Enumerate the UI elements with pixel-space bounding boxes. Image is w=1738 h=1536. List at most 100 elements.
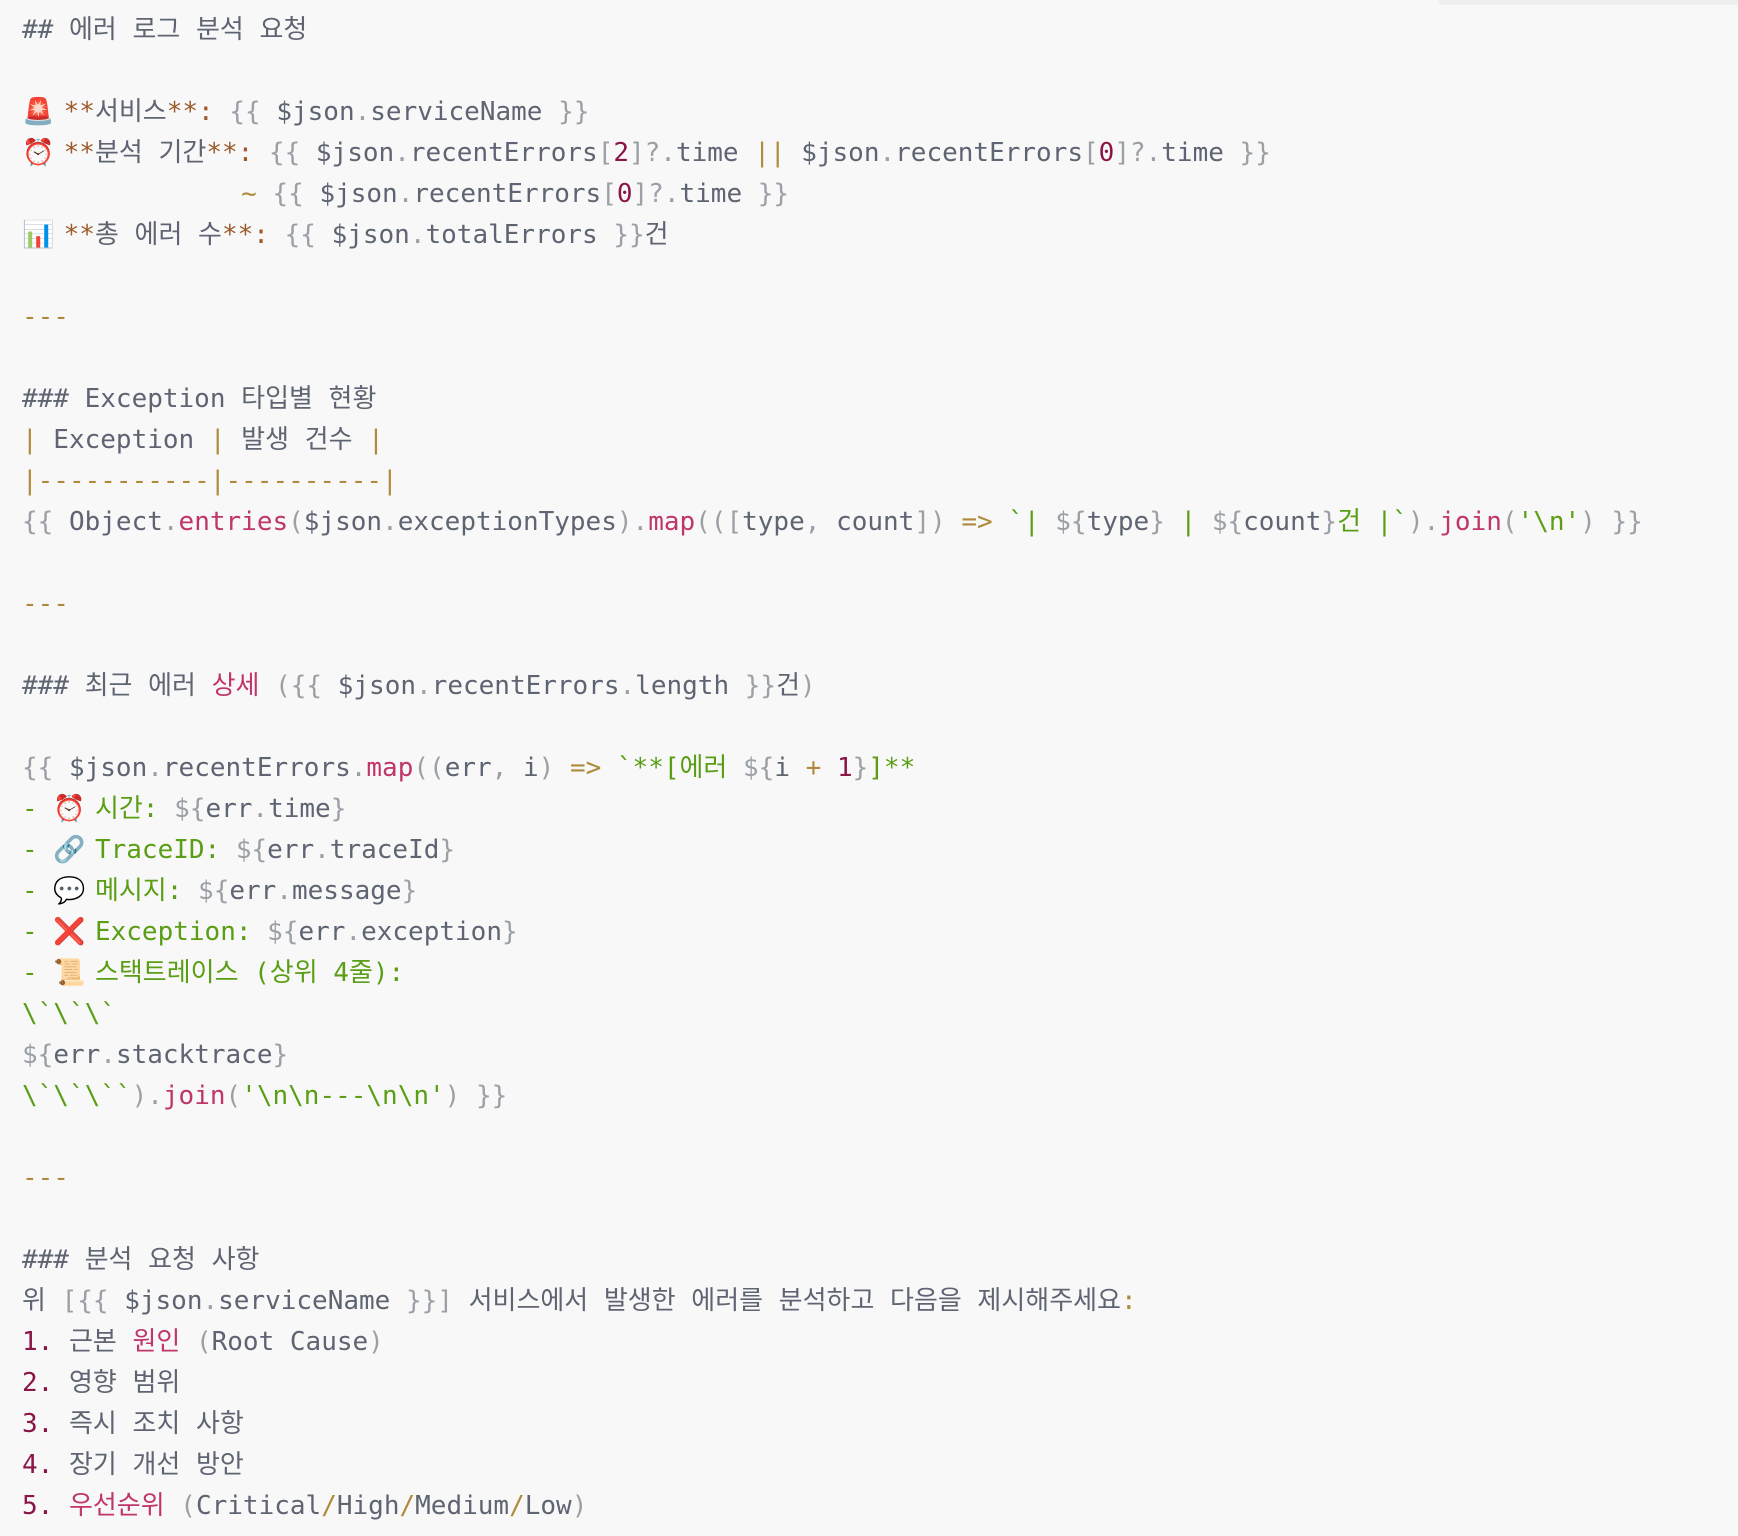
code-token: map — [366, 753, 414, 783]
code-token: . — [394, 138, 410, 168]
code-token: type — [1086, 507, 1150, 537]
code-token: err — [229, 876, 277, 906]
code-token: 메시지: — [79, 876, 199, 906]
code-token: / — [321, 1491, 337, 1521]
alarm-clock-icon: ⏰ — [22, 138, 55, 168]
code-token: Exception — [37, 425, 210, 455]
code-token: ** — [63, 97, 95, 127]
code-token: 상세 — [211, 671, 260, 701]
code-token: ). — [131, 1081, 163, 1111]
code-token: } — [272, 1040, 289, 1070]
code-token: + — [789, 753, 837, 783]
code-line: 📊 **총 에러 수**: {{ $json.totalErrors }}건 — [22, 215, 1643, 256]
code-token: - — [22, 835, 54, 865]
code-line: ${err.stacktrace} — [22, 1035, 1643, 1076]
code-token: } — [1149, 507, 1165, 537]
code-line: - ❌ Exception: ${err.exception} — [22, 912, 1643, 953]
code-token: : — [1120, 1286, 1137, 1316]
code-token: 발생 건수 — [225, 425, 369, 455]
code-token: err — [53, 1040, 101, 1070]
code-token: } — [439, 835, 456, 865]
code-token: $json — [319, 179, 398, 209]
speech-bubble-icon: 💬 — [53, 876, 86, 906]
code-token: }} — [729, 671, 777, 701]
code-token: }} — [597, 220, 645, 250]
window-edge — [1438, 0, 1738, 5]
code-token: . — [202, 1286, 219, 1316]
code-token: 건 — [776, 671, 800, 701]
code-token: 스택트레이스 (상위 4줄): — [79, 958, 405, 988]
code-token: 2. — [22, 1368, 54, 1398]
code-token: ]) — [914, 507, 962, 537]
code-token: ${ — [267, 917, 299, 947]
code-token: ( — [225, 1081, 242, 1111]
code-token: Critical — [195, 1491, 322, 1521]
code-token: 건 — [644, 220, 669, 250]
code-token: 영향 범위 — [53, 1368, 181, 1398]
code-line: 1. 근본 원인 (Root Cause) — [22, 1322, 1643, 1363]
code-token: '\n\n---\n\n' — [241, 1081, 445, 1111]
code-token: serviceName — [370, 97, 543, 127]
code-token: |-----------|----------| — [22, 466, 398, 496]
code-token: 0 — [1098, 138, 1115, 168]
code-token: } — [501, 917, 518, 947]
code-token: recentErrors — [413, 179, 602, 209]
code-token: . — [619, 671, 636, 701]
code-token: ) — [571, 1491, 588, 1521]
code-token: / — [509, 1491, 525, 1521]
code-token: {{ — [22, 753, 69, 783]
code-token: . — [354, 97, 371, 127]
code-token: 1. — [22, 1327, 54, 1357]
code-token: message — [291, 876, 402, 906]
code-token: 건 |` — [1337, 507, 1408, 537]
code-token: }} — [542, 97, 590, 127]
code-token: ${ — [198, 876, 230, 906]
code-token: ### 최근 에러 — [22, 671, 212, 701]
code-token: $json — [331, 220, 410, 250]
code-token: $json — [315, 138, 395, 168]
code-token: => — [961, 507, 993, 537]
code-token: recentErrors — [431, 671, 620, 701]
code-token: stacktrace — [115, 1040, 273, 1070]
alarm-clock-icon: ⏰ — [53, 794, 86, 824]
code-token: $json — [801, 138, 880, 168]
code-token: $json — [337, 671, 417, 701]
code-token: , — [491, 753, 523, 783]
code-token: . — [252, 794, 269, 824]
code-token: serviceName — [218, 1286, 391, 1316]
code-token: recentErrors — [409, 138, 598, 168]
code-token: 장기 개선 방안 — [53, 1450, 244, 1480]
code-token: ( — [180, 1327, 212, 1357]
code-token: } — [1321, 507, 1338, 537]
code-token: ) — [799, 671, 816, 701]
code-token: Medium — [415, 1491, 510, 1521]
code-token: ${ — [22, 1040, 54, 1070]
code-line: | Exception | 발생 건수 | — [22, 420, 1643, 461]
code-token: . — [147, 753, 163, 783]
code-token: Root Cause — [211, 1327, 369, 1357]
code-token: $json — [68, 753, 148, 783]
code-token: | — [1164, 507, 1212, 537]
code-token: length — [635, 671, 730, 701]
code-token: } — [852, 753, 869, 783]
code-line: |-----------|----------| — [22, 461, 1643, 502]
code-token: ## 에러 로그 분석 요청 — [22, 15, 308, 45]
code-editor[interactable]: ## 에러 로그 분석 요청 🚨 **서비스**: {{ $json.servi… — [22, 10, 1643, 1527]
code-token: => — [569, 753, 602, 783]
code-token: **: — [166, 97, 214, 127]
code-token: $json — [276, 97, 355, 127]
code-token: 4. — [22, 1450, 54, 1480]
code-line: 2. 영향 범위 — [22, 1363, 1643, 1404]
code-token: {{ — [268, 220, 332, 250]
code-token: [{{ — [61, 1286, 125, 1316]
code-token: err — [444, 753, 492, 783]
code-token: }} — [1223, 138, 1271, 168]
code-token: 2 — [613, 138, 629, 168]
code-token: ) — [368, 1327, 384, 1357]
